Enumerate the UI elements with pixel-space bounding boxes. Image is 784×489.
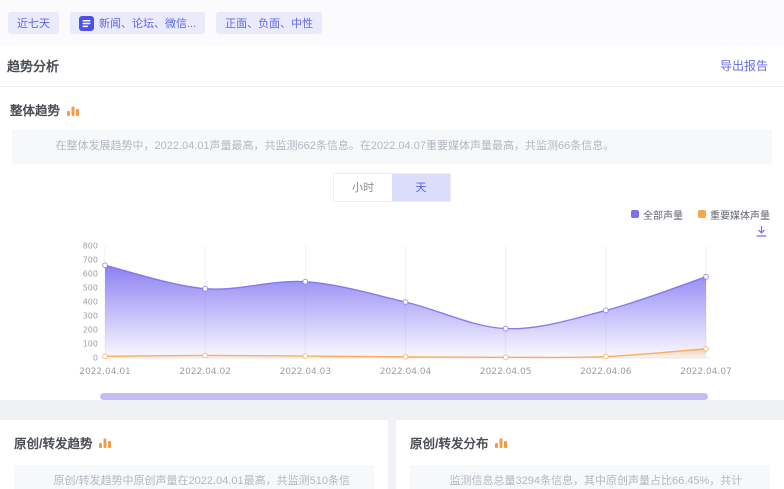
card-summary: 原创/转发趋势中原创声量在2022.04.01最高，共监测510条信息；转发声量… <box>14 465 374 489</box>
svg-text:500: 500 <box>83 283 98 292</box>
panel-title: 趋势分析 <box>7 56 59 75</box>
filter-chip-date-range[interactable]: 近七天 <box>8 12 59 34</box>
card-title: 原创/转发分布 <box>410 433 488 452</box>
filter-chip-sources[interactable]: 新闻、论坛、微信... <box>70 12 205 34</box>
svg-text:2022.04.07: 2022.04.07 <box>680 367 732 377</box>
legend-item-media-volume[interactable]: 重要媒体声量 <box>698 207 770 222</box>
granularity-toggle: 小时 天 <box>333 173 451 202</box>
bar-chart-icon <box>494 435 508 449</box>
filter-bar: 近七天 新闻、论坛、微信... 正面、负面、中性 <box>0 0 784 45</box>
source-channels-icon <box>79 16 94 31</box>
legend-label: 重要媒体声量 <box>710 207 770 222</box>
svg-text:2022.04.06: 2022.04.06 <box>580 367 632 377</box>
legend-swatch-purple <box>631 210 639 218</box>
svg-text:2022.04.01: 2022.04.01 <box>79 367 131 377</box>
legend-swatch-orange <box>698 210 706 218</box>
secondary-cards-row: 原创/转发趋势 原创/转发趋势中原创声量在2022.04.01最高，共监测510… <box>0 420 784 489</box>
card-summary: 监测信息总量3294条信息，其中原创声量占比66.45%，共计2189条信息；转… <box>410 465 770 489</box>
trend-area-chart: 2022.04.01 2022.04.02 2022.04.03 2022.04.04… <box>0 238 784 383</box>
chart-scrollbar <box>100 393 708 400</box>
card-title: 原创/转发趋势 <box>14 433 92 452</box>
download-icon[interactable] <box>755 225 768 238</box>
filter-chip-label: 新闻、论坛、微信... <box>99 15 196 31</box>
chart-scrollbar-thumb[interactable] <box>100 393 708 400</box>
toggle-hour-button[interactable]: 小时 <box>334 174 392 201</box>
card-title-row: 原创/转发分布 <box>410 433 770 452</box>
svg-text:0: 0 <box>93 353 98 362</box>
legend-item-total-volume[interactable]: 全部声量 <box>631 207 683 222</box>
svg-text:2022.04.05: 2022.04.05 <box>480 367 532 377</box>
toggle-day-button[interactable]: 天 <box>392 174 450 201</box>
export-report-link[interactable]: 导出报告 <box>720 57 768 74</box>
svg-text:2022.04.04: 2022.04.04 <box>380 367 432 377</box>
svg-text:100: 100 <box>83 339 98 348</box>
overall-trend-section-title: 整体趋势 <box>10 100 784 119</box>
filter-chip-sentiment[interactable]: 正面、负面、中性 <box>216 12 322 34</box>
bar-chart-icon <box>98 435 112 449</box>
original-repost-distribution-card: 原创/转发分布 监测信息总量3294条信息，其中原创声量占比66.45%，共计2… <box>396 420 784 489</box>
svg-text:200: 200 <box>83 325 98 334</box>
svg-text:800: 800 <box>83 241 98 250</box>
panel-header: 趋势分析 导出报告 <box>0 45 784 87</box>
svg-text:2022.04.02: 2022.04.02 <box>179 367 231 377</box>
overall-trend-summary: 在整体发展趋势中，2022.04.01声量最高，共监测662条信息。在2022.… <box>12 130 772 164</box>
svg-text:300: 300 <box>83 311 98 320</box>
legend-label: 全部声量 <box>643 207 683 222</box>
section-title-label: 整体趋势 <box>10 100 60 119</box>
svg-text:600: 600 <box>83 269 98 278</box>
filter-chip-label: 正面、负面、中性 <box>225 15 313 31</box>
svg-text:700: 700 <box>83 255 98 264</box>
original-repost-trend-card: 原创/转发趋势 原创/转发趋势中原创声量在2022.04.01最高，共监测510… <box>0 420 388 489</box>
filter-chip-label: 近七天 <box>17 15 50 31</box>
card-title-row: 原创/转发趋势 <box>14 433 374 452</box>
trend-analysis-panel: 趋势分析 导出报告 整体趋势 在整体发展趋势中，2022.04.01声量最高，共… <box>0 45 784 400</box>
chart-legend: 全部声量 重要媒体声量 <box>0 202 784 222</box>
bar-chart-icon <box>66 103 80 117</box>
chart-toolbar <box>0 222 784 238</box>
svg-text:2022.04.03: 2022.04.03 <box>280 367 332 377</box>
svg-text:400: 400 <box>83 297 98 306</box>
